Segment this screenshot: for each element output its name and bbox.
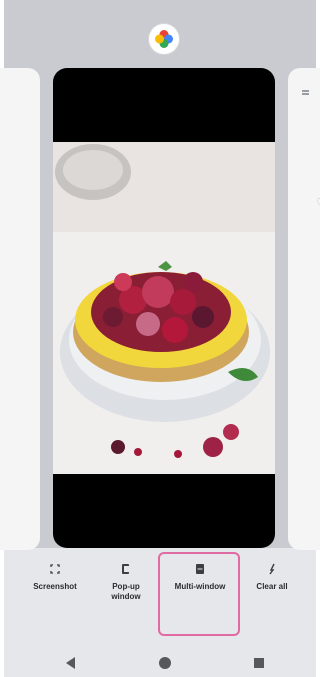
recents-icon[interactable] (254, 658, 264, 668)
popup-window-icon (104, 556, 148, 582)
clear-all-icon (250, 556, 294, 582)
multi-window-action[interactable]: Multi-window (164, 556, 236, 592)
photos-app-card[interactable] (53, 68, 275, 548)
screenshot-icon (26, 556, 84, 582)
google-photos-icon[interactable] (149, 24, 179, 54)
menu-icon (302, 90, 309, 92)
back-icon[interactable] (66, 657, 75, 669)
previous-app-card[interactable] (0, 68, 40, 550)
heart-icon: ♡ (316, 196, 320, 210)
recents-actions: Screenshot Pop-up window Multi-window Cl… (4, 556, 316, 636)
multi-window-icon (164, 556, 236, 582)
popup-window-action[interactable]: Pop-up window (104, 556, 148, 602)
navigation-bar (4, 648, 316, 677)
berry-tart-photo (53, 142, 275, 474)
clear-all-action[interactable]: Clear all (250, 556, 294, 592)
screenshot-action[interactable]: Screenshot (26, 556, 84, 592)
next-app-card[interactable]: ♡ (288, 68, 320, 550)
recents-screen: ♡ (0, 0, 320, 677)
clear-all-label: Clear all (256, 582, 288, 591)
multi-window-label: Multi-window (174, 582, 226, 591)
screenshot-label: Screenshot (33, 582, 77, 591)
home-icon[interactable] (159, 657, 171, 669)
popup-window-label: Pop-up window (111, 582, 141, 601)
